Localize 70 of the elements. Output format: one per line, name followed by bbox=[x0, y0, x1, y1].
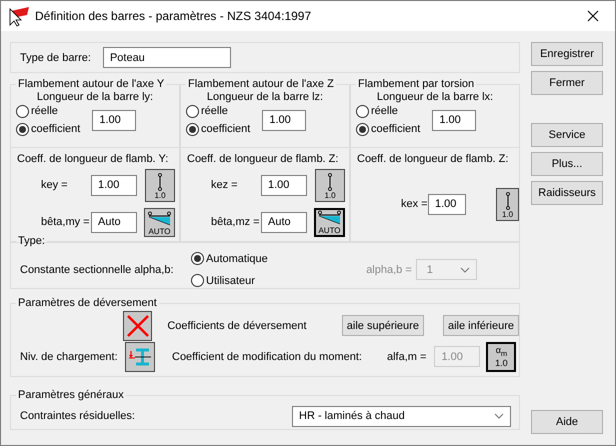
radio-button[interactable]: coefficient bbox=[186, 121, 250, 137]
side-button[interactable]: Fermer bbox=[531, 71, 603, 95]
bar-type-field[interactable]: Poteau bbox=[102, 47, 231, 68]
radio-button[interactable]: Utilisateur bbox=[191, 272, 268, 288]
length-field[interactable]: 1.00 bbox=[92, 110, 136, 130]
moment-coefficient-button[interactable]: α$_{m}$ 1.0 bbox=[486, 342, 516, 372]
member-icon bbox=[157, 172, 163, 190]
field-label: Coefficients de déversement bbox=[167, 320, 308, 332]
field-label: Coeff. de longueur de flamb. Z: bbox=[187, 153, 340, 165]
radio-button[interactable]: réelle bbox=[356, 103, 420, 119]
field-label: bêta,mz = bbox=[210, 216, 261, 228]
field-label: kex = bbox=[400, 198, 428, 210]
beta-field[interactable]: Auto bbox=[261, 212, 307, 232]
radio-button[interactable]: Automatique bbox=[191, 250, 268, 266]
buckling-coefficient-field[interactable]: 1.00 bbox=[428, 194, 466, 214]
field-label: alfa,m = bbox=[387, 350, 426, 362]
field-label: Coefficient de modification du moment: bbox=[172, 350, 363, 362]
help-button[interactable]: Aide bbox=[531, 410, 603, 434]
buckling-coefficient-field[interactable]: 1.00 bbox=[91, 174, 137, 196]
load-level-button[interactable] bbox=[125, 342, 155, 372]
beam-diagram-icon bbox=[147, 210, 172, 226]
close-icon bbox=[587, 10, 599, 22]
field-label: Coeff. de longueur de flamb. Y: bbox=[17, 153, 170, 165]
group-title: Flambement autour de l'axe Z bbox=[187, 78, 335, 90]
field-label: Contraintes résiduelles: bbox=[20, 410, 136, 422]
chevron-down-icon bbox=[460, 266, 470, 272]
residual-stress-dropdown[interactable]: HR - laminés à chaud bbox=[292, 406, 511, 426]
group-title: Type: bbox=[17, 235, 46, 247]
radio-button[interactable]: coefficient bbox=[16, 121, 80, 137]
group-title: Flambement autour de l'axe Y bbox=[17, 78, 166, 90]
length-factor-button[interactable]: 1.0 bbox=[315, 168, 345, 202]
group-title: Paramètres de déversement bbox=[17, 297, 158, 309]
radio-button[interactable]: réelle bbox=[186, 103, 250, 119]
field-label: alpha,b = bbox=[365, 264, 413, 276]
chevron-down-icon bbox=[494, 413, 504, 419]
radio-button[interactable]: coefficient bbox=[356, 121, 420, 137]
beta-field[interactable]: Auto bbox=[91, 212, 137, 232]
length-factor-button[interactable]: 1.0 bbox=[496, 188, 519, 220]
moment-diagram-button[interactable]: AUTO bbox=[144, 208, 175, 236]
length-field[interactable]: 1.00 bbox=[432, 110, 476, 130]
field-label: bêta,my = bbox=[40, 216, 91, 228]
cross-icon bbox=[124, 312, 151, 338]
window-title: Définition des barres - paramètres - NZS 3404:1997 bbox=[35, 9, 312, 23]
field-label: Longueur de la barre ly: bbox=[36, 91, 154, 103]
side-button[interactable]: Enregistrer bbox=[531, 42, 603, 66]
group-title: Flambement par torsion bbox=[357, 78, 476, 90]
side-button[interactable]: Raidisseurs bbox=[531, 181, 603, 205]
member-icon bbox=[327, 172, 333, 190]
flange-button[interactable]: aile supérieure bbox=[342, 315, 424, 336]
field-label: Constante sectionnelle alpha,b: bbox=[20, 264, 174, 276]
field-label: kez = bbox=[210, 179, 239, 191]
group-title: Paramètres généraux bbox=[17, 389, 125, 401]
beam-diagram-icon bbox=[317, 210, 342, 226]
buckling-coefficient-field[interactable]: 1.00 bbox=[261, 174, 307, 196]
field-label: key = bbox=[40, 179, 69, 191]
side-button[interactable]: Service bbox=[531, 123, 603, 147]
length-field[interactable]: 1.00 bbox=[262, 110, 306, 130]
member-icon bbox=[504, 192, 510, 210]
length-factor-button[interactable]: 1.0 bbox=[145, 168, 175, 202]
radio-button[interactable]: réelle bbox=[16, 103, 80, 119]
field-label: Type de barre: bbox=[20, 52, 91, 64]
field-label: Coeff. de longueur de flamb. Z: bbox=[357, 153, 510, 165]
lateral-coefficients-button[interactable] bbox=[122, 310, 152, 340]
app-icon bbox=[7, 5, 31, 27]
moment-diagram-button[interactable]: AUTO bbox=[314, 208, 345, 236]
field-label: Longueur de la barre lz: bbox=[206, 91, 324, 103]
field-label: Longueur de la barre lx: bbox=[376, 91, 494, 103]
side-button[interactable]: Plus... bbox=[531, 152, 603, 176]
flange-button[interactable]: aile inférieure bbox=[442, 315, 519, 336]
field-label: Niv. de chargement: bbox=[19, 350, 119, 362]
